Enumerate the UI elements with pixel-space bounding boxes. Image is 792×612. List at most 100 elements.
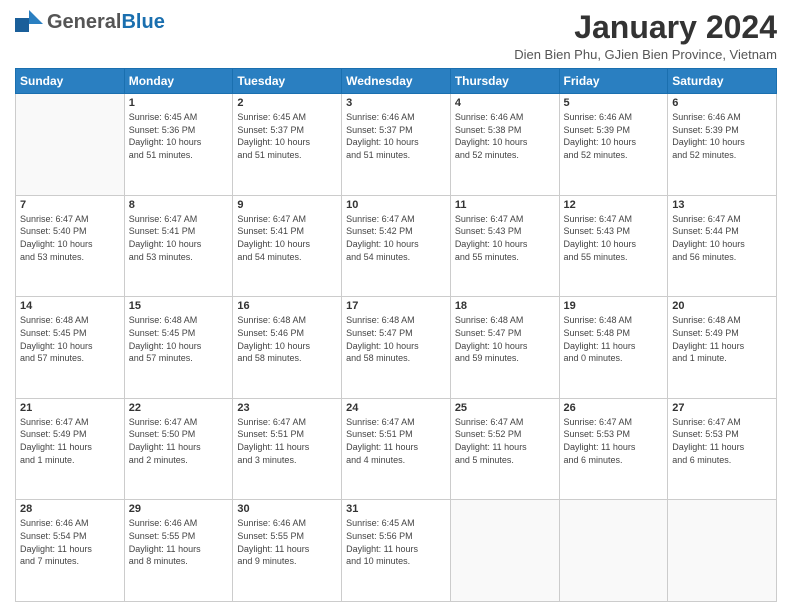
day-number: 5: [564, 97, 664, 109]
day-number: 8: [129, 199, 229, 211]
day-info: Sunrise: 6:47 AM Sunset: 5:52 PM Dayligh…: [455, 416, 555, 466]
calendar-cell: 26 Sunrise: 6:47 AM Sunset: 5:53 PM Dayli…: [559, 398, 668, 500]
calendar-cell: 1 Sunrise: 6:45 AM Sunset: 5:36 PM Daylig…: [124, 94, 233, 196]
day-info: Sunrise: 6:45 AM Sunset: 5:37 PM Dayligh…: [237, 111, 337, 161]
day-info: Sunrise: 6:46 AM Sunset: 5:39 PM Dayligh…: [672, 111, 772, 161]
calendar-cell: 11Sunrise: 6:47 AM Sunset: 5:43 PM Dayli…: [450, 195, 559, 297]
day-number: 9: [237, 199, 337, 211]
calendar-cell: 18 Sunrise: 6:48 AM Sunset: 5:47 PM Dayli…: [450, 297, 559, 399]
day-number: 21: [20, 402, 120, 414]
day-info: Sunrise: 6:48 AM Sunset: 5:48 PM Dayligh…: [564, 314, 664, 364]
day-info: Sunrise: 6:48 AM Sunset: 5:45 PM Dayligh…: [20, 314, 120, 364]
calendar-cell: 9 Sunrise: 6:47 AM Sunset: 5:41 PM Daylig…: [233, 195, 342, 297]
calendar-week-row: 14 Sunrise: 6:48 AM Sunset: 5:45 PM Dayli…: [16, 297, 777, 399]
calendar-cell: 25Sunrise: 6:47 AM Sunset: 5:52 PM Dayli…: [450, 398, 559, 500]
day-number: 27: [672, 402, 772, 414]
day-number: 31: [346, 503, 446, 515]
calendar-cell: [559, 500, 668, 602]
title-section: January 2024 Dien Bien Phu, GJien Bien P…: [514, 10, 777, 62]
calendar-cell: 2 Sunrise: 6:45 AM Sunset: 5:37 PM Daylig…: [233, 94, 342, 196]
day-info: Sunrise: 6:47 AM Sunset: 5:50 PM Dayligh…: [129, 416, 229, 466]
day-number: 6: [672, 97, 772, 109]
day-number: 16: [237, 300, 337, 312]
day-info: Sunrise: 6:45 AM Sunset: 5:36 PM Dayligh…: [129, 111, 229, 161]
calendar-cell: 12Sunrise: 6:47 AM Sunset: 5:43 PM Dayli…: [559, 195, 668, 297]
day-number: 24: [346, 402, 446, 414]
header: GeneralBlue January 2024 Dien Bien Phu, …: [15, 10, 777, 62]
calendar-cell: 27 Sunrise: 6:47 AM Sunset: 5:53 PM Dayli…: [668, 398, 777, 500]
calendar-cell: 19 Sunrise: 6:48 AM Sunset: 5:48 PM Dayli…: [559, 297, 668, 399]
calendar-cell: 10 Sunrise: 6:47 AM Sunset: 5:42 PM Dayli…: [342, 195, 451, 297]
day-number: 13: [672, 199, 772, 211]
calendar-cell: 29Sunrise: 6:46 AM Sunset: 5:55 PM Dayli…: [124, 500, 233, 602]
day-info: Sunrise: 6:46 AM Sunset: 5:38 PM Dayligh…: [455, 111, 555, 161]
month-title: January 2024: [514, 10, 777, 45]
day-number: 23: [237, 402, 337, 414]
day-number: 20: [672, 300, 772, 312]
col-wednesday: Wednesday: [342, 69, 451, 94]
calendar-cell: 3 Sunrise: 6:46 AM Sunset: 5:37 PM Daylig…: [342, 94, 451, 196]
day-number: 3: [346, 97, 446, 109]
day-info: Sunrise: 6:47 AM Sunset: 5:49 PM Dayligh…: [20, 416, 120, 466]
calendar-cell: 4 Sunrise: 6:46 AM Sunset: 5:38 PM Daylig…: [450, 94, 559, 196]
logo-icon: [15, 10, 43, 34]
day-number: 4: [455, 97, 555, 109]
day-number: 15: [129, 300, 229, 312]
calendar-cell: 24Sunrise: 6:47 AM Sunset: 5:51 PM Dayli…: [342, 398, 451, 500]
day-info: Sunrise: 6:47 AM Sunset: 5:53 PM Dayligh…: [564, 416, 664, 466]
calendar-cell: 8Sunrise: 6:47 AM Sunset: 5:41 PM Daylig…: [124, 195, 233, 297]
day-info: Sunrise: 6:48 AM Sunset: 5:46 PM Dayligh…: [237, 314, 337, 364]
day-info: Sunrise: 6:47 AM Sunset: 5:51 PM Dayligh…: [237, 416, 337, 466]
calendar-week-row: 28 Sunrise: 6:46 AM Sunset: 5:54 PM Dayli…: [16, 500, 777, 602]
day-number: 18: [455, 300, 555, 312]
day-info: Sunrise: 6:47 AM Sunset: 5:44 PM Dayligh…: [672, 213, 772, 263]
day-info: Sunrise: 6:47 AM Sunset: 5:43 PM Dayligh…: [455, 213, 555, 263]
calendar-cell: 14 Sunrise: 6:48 AM Sunset: 5:45 PM Dayli…: [16, 297, 125, 399]
calendar-cell: 16 Sunrise: 6:48 AM Sunset: 5:46 PM Dayli…: [233, 297, 342, 399]
calendar-cell: 20 Sunrise: 6:48 AM Sunset: 5:49 PM Dayli…: [668, 297, 777, 399]
col-monday: Monday: [124, 69, 233, 94]
calendar-cell: [16, 94, 125, 196]
day-info: Sunrise: 6:46 AM Sunset: 5:55 PM Dayligh…: [237, 517, 337, 567]
calendar-cell: [668, 500, 777, 602]
calendar-week-row: 7Sunrise: 6:47 AM Sunset: 5:40 PM Daylig…: [16, 195, 777, 297]
calendar-cell: 22Sunrise: 6:47 AM Sunset: 5:50 PM Dayli…: [124, 398, 233, 500]
day-info: Sunrise: 6:47 AM Sunset: 5:41 PM Dayligh…: [237, 213, 337, 263]
day-info: Sunrise: 6:46 AM Sunset: 5:54 PM Dayligh…: [20, 517, 120, 567]
day-number: 26: [564, 402, 664, 414]
day-number: 28: [20, 503, 120, 515]
day-info: Sunrise: 6:47 AM Sunset: 5:42 PM Dayligh…: [346, 213, 446, 263]
day-info: Sunrise: 6:47 AM Sunset: 5:43 PM Dayligh…: [564, 213, 664, 263]
calendar-cell: 21 Sunrise: 6:47 AM Sunset: 5:49 PM Dayli…: [16, 398, 125, 500]
calendar-header-row: Sunday Monday Tuesday Wednesday Thursday…: [16, 69, 777, 94]
col-friday: Friday: [559, 69, 668, 94]
day-info: Sunrise: 6:48 AM Sunset: 5:45 PM Dayligh…: [129, 314, 229, 364]
location: Dien Bien Phu, GJien Bien Province, Viet…: [514, 47, 777, 62]
col-tuesday: Tuesday: [233, 69, 342, 94]
day-info: Sunrise: 6:48 AM Sunset: 5:47 PM Dayligh…: [455, 314, 555, 364]
calendar-cell: 13 Sunrise: 6:47 AM Sunset: 5:44 PM Dayli…: [668, 195, 777, 297]
calendar-week-row: 21 Sunrise: 6:47 AM Sunset: 5:49 PM Dayli…: [16, 398, 777, 500]
day-number: 2: [237, 97, 337, 109]
day-info: Sunrise: 6:48 AM Sunset: 5:47 PM Dayligh…: [346, 314, 446, 364]
calendar-cell: 23 Sunrise: 6:47 AM Sunset: 5:51 PM Dayli…: [233, 398, 342, 500]
day-info: Sunrise: 6:46 AM Sunset: 5:37 PM Dayligh…: [346, 111, 446, 161]
calendar-table: Sunday Monday Tuesday Wednesday Thursday…: [15, 68, 777, 602]
day-number: 17: [346, 300, 446, 312]
logo: GeneralBlue: [15, 10, 165, 34]
calendar-cell: 17 Sunrise: 6:48 AM Sunset: 5:47 PM Dayli…: [342, 297, 451, 399]
col-thursday: Thursday: [450, 69, 559, 94]
calendar-cell: 30 Sunrise: 6:46 AM Sunset: 5:55 PM Dayli…: [233, 500, 342, 602]
calendar-week-row: 1 Sunrise: 6:45 AM Sunset: 5:36 PM Daylig…: [16, 94, 777, 196]
day-number: 1: [129, 97, 229, 109]
day-number: 14: [20, 300, 120, 312]
logo-blue-text: Blue: [121, 11, 164, 33]
day-number: 7: [20, 199, 120, 211]
day-info: Sunrise: 6:48 AM Sunset: 5:49 PM Dayligh…: [672, 314, 772, 364]
day-info: Sunrise: 6:47 AM Sunset: 5:53 PM Dayligh…: [672, 416, 772, 466]
day-number: 19: [564, 300, 664, 312]
day-info: Sunrise: 6:46 AM Sunset: 5:39 PM Dayligh…: [564, 111, 664, 161]
col-saturday: Saturday: [668, 69, 777, 94]
day-number: 10: [346, 199, 446, 211]
day-number: 30: [237, 503, 337, 515]
